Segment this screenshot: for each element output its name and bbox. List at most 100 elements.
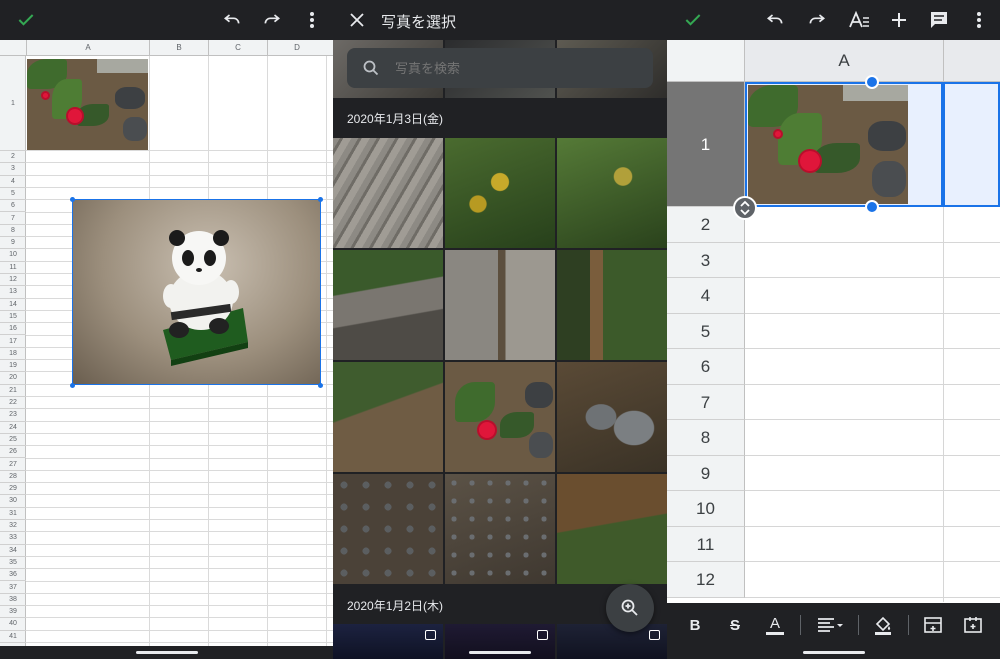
- photo-thumbnail[interactable]: [557, 624, 667, 659]
- undo-icon[interactable]: [763, 8, 787, 32]
- row-header-4[interactable]: 4: [667, 278, 745, 314]
- align-button[interactable]: [813, 613, 847, 637]
- photo-thumbnail[interactable]: [333, 624, 443, 659]
- close-icon[interactable]: [345, 8, 369, 32]
- row-header-4[interactable]: 4: [0, 176, 26, 188]
- row-header-17[interactable]: 17: [0, 336, 26, 348]
- resize-handle[interactable]: [70, 197, 75, 202]
- row-header-19[interactable]: 19: [0, 360, 26, 373]
- row-header-3[interactable]: 3: [0, 163, 26, 176]
- row-header-34[interactable]: 34: [0, 545, 26, 557]
- insert-column-button[interactable]: [959, 613, 987, 637]
- row-header-6[interactable]: 6: [0, 200, 26, 213]
- row-header-10[interactable]: 10: [667, 491, 745, 527]
- redo-icon[interactable]: [805, 8, 829, 32]
- row-header-1[interactable]: 1: [0, 56, 26, 151]
- row-header-8[interactable]: 8: [0, 225, 26, 238]
- row-header-10[interactable]: 10: [0, 249, 26, 262]
- row-header-37[interactable]: 37: [0, 582, 26, 594]
- row-header-40[interactable]: 40: [0, 618, 26, 631]
- row-header-11[interactable]: 11: [0, 262, 26, 274]
- resize-handle[interactable]: [318, 197, 323, 202]
- column-header-c[interactable]: C: [208, 40, 267, 56]
- row-header-9[interactable]: 9: [0, 237, 26, 250]
- selected-cell-b1[interactable]: [943, 82, 1000, 207]
- photo-search-box[interactable]: [347, 48, 653, 88]
- photo-thumbnail[interactable]: [333, 474, 443, 584]
- photo-thumbnail[interactable]: [333, 362, 443, 472]
- row-header-23[interactable]: 23: [0, 409, 26, 422]
- row-header-1[interactable]: 1: [667, 82, 745, 207]
- photo-thumbnail[interactable]: [557, 474, 667, 584]
- row-header-14[interactable]: 14: [0, 299, 26, 311]
- row-header-35[interactable]: 35: [0, 557, 26, 570]
- row-header-39[interactable]: 39: [0, 606, 26, 619]
- row-header-30[interactable]: 30: [0, 495, 26, 508]
- row-resize-handle[interactable]: [733, 196, 757, 220]
- selection-handle-top[interactable]: [865, 75, 879, 89]
- search-input[interactable]: [395, 59, 635, 77]
- more-vert-icon[interactable]: [969, 8, 989, 32]
- text-format-icon[interactable]: [847, 8, 871, 32]
- row-header-32[interactable]: 32: [0, 520, 26, 533]
- flower-image-in-cell[interactable]: [748, 85, 908, 204]
- row-header-18[interactable]: 18: [0, 348, 26, 361]
- column-header-a[interactable]: A: [26, 40, 149, 56]
- row-header-6[interactable]: 6: [667, 349, 745, 385]
- strikethrough-button[interactable]: S: [721, 613, 749, 637]
- row-header-3[interactable]: 3: [667, 242, 745, 278]
- row-header-2[interactable]: 2: [0, 151, 26, 164]
- text-color-button[interactable]: A: [761, 613, 789, 637]
- fill-color-button[interactable]: [869, 613, 897, 637]
- row-header-24[interactable]: 24: [0, 422, 26, 434]
- row-header-28[interactable]: 28: [0, 471, 26, 484]
- bold-button[interactable]: B: [681, 613, 709, 637]
- photo-thumbnail[interactable]: [557, 250, 667, 360]
- row-header-25[interactable]: 25: [0, 434, 26, 447]
- photo-thumbnail[interactable]: [445, 138, 555, 248]
- zoom-button[interactable]: [606, 584, 654, 632]
- photo-thumbnail[interactable]: [333, 138, 443, 248]
- home-indicator[interactable]: [469, 651, 531, 654]
- row-header-36[interactable]: 36: [0, 569, 26, 582]
- row-header-5[interactable]: 5: [667, 313, 745, 349]
- row-header-21[interactable]: 21: [0, 385, 26, 397]
- row-header-5[interactable]: 5: [0, 188, 26, 201]
- row-header-16[interactable]: 16: [0, 323, 26, 336]
- row-header-15[interactable]: 15: [0, 311, 26, 324]
- comment-icon[interactable]: [927, 8, 951, 32]
- undo-icon[interactable]: [220, 8, 244, 32]
- row-header-12[interactable]: 12: [0, 274, 26, 287]
- column-header-b[interactable]: [943, 40, 1000, 82]
- resize-handle[interactable]: [318, 383, 323, 388]
- photo-thumbnail[interactable]: [333, 250, 443, 360]
- check-icon[interactable]: [14, 8, 38, 32]
- column-header-d[interactable]: D: [267, 40, 326, 56]
- row-header-41[interactable]: 41: [0, 631, 26, 643]
- row-header-12[interactable]: 12: [667, 562, 745, 598]
- photo-thumbnail-flower[interactable]: [445, 362, 555, 472]
- selection-handle-bottom[interactable]: [865, 200, 879, 214]
- row-header-9[interactable]: 9: [667, 455, 745, 491]
- row-header-11[interactable]: 11: [667, 526, 745, 562]
- resize-handle[interactable]: [70, 383, 75, 388]
- home-indicator[interactable]: [136, 651, 198, 654]
- row-header-26[interactable]: 26: [0, 446, 26, 459]
- row-header-38[interactable]: 38: [0, 594, 26, 607]
- row-header-8[interactable]: 8: [667, 420, 745, 456]
- add-icon[interactable]: [887, 8, 911, 32]
- column-header-b[interactable]: B: [149, 40, 208, 56]
- row-header-31[interactable]: 31: [0, 508, 26, 520]
- column-header-a[interactable]: A: [745, 40, 943, 82]
- redo-icon[interactable]: [260, 8, 284, 32]
- row-header-13[interactable]: 13: [0, 286, 26, 299]
- row-header-29[interactable]: 29: [0, 483, 26, 496]
- select-all-corner[interactable]: [667, 40, 745, 82]
- photo-thumbnail[interactable]: [557, 138, 667, 248]
- photo-thumbnail[interactable]: [445, 250, 555, 360]
- photo-thumbnail[interactable]: [557, 362, 667, 472]
- check-icon[interactable]: [681, 8, 705, 32]
- flower-image-thumbnail[interactable]: [27, 59, 148, 150]
- row-header-27[interactable]: 27: [0, 459, 26, 471]
- row-header-7[interactable]: 7: [667, 384, 745, 420]
